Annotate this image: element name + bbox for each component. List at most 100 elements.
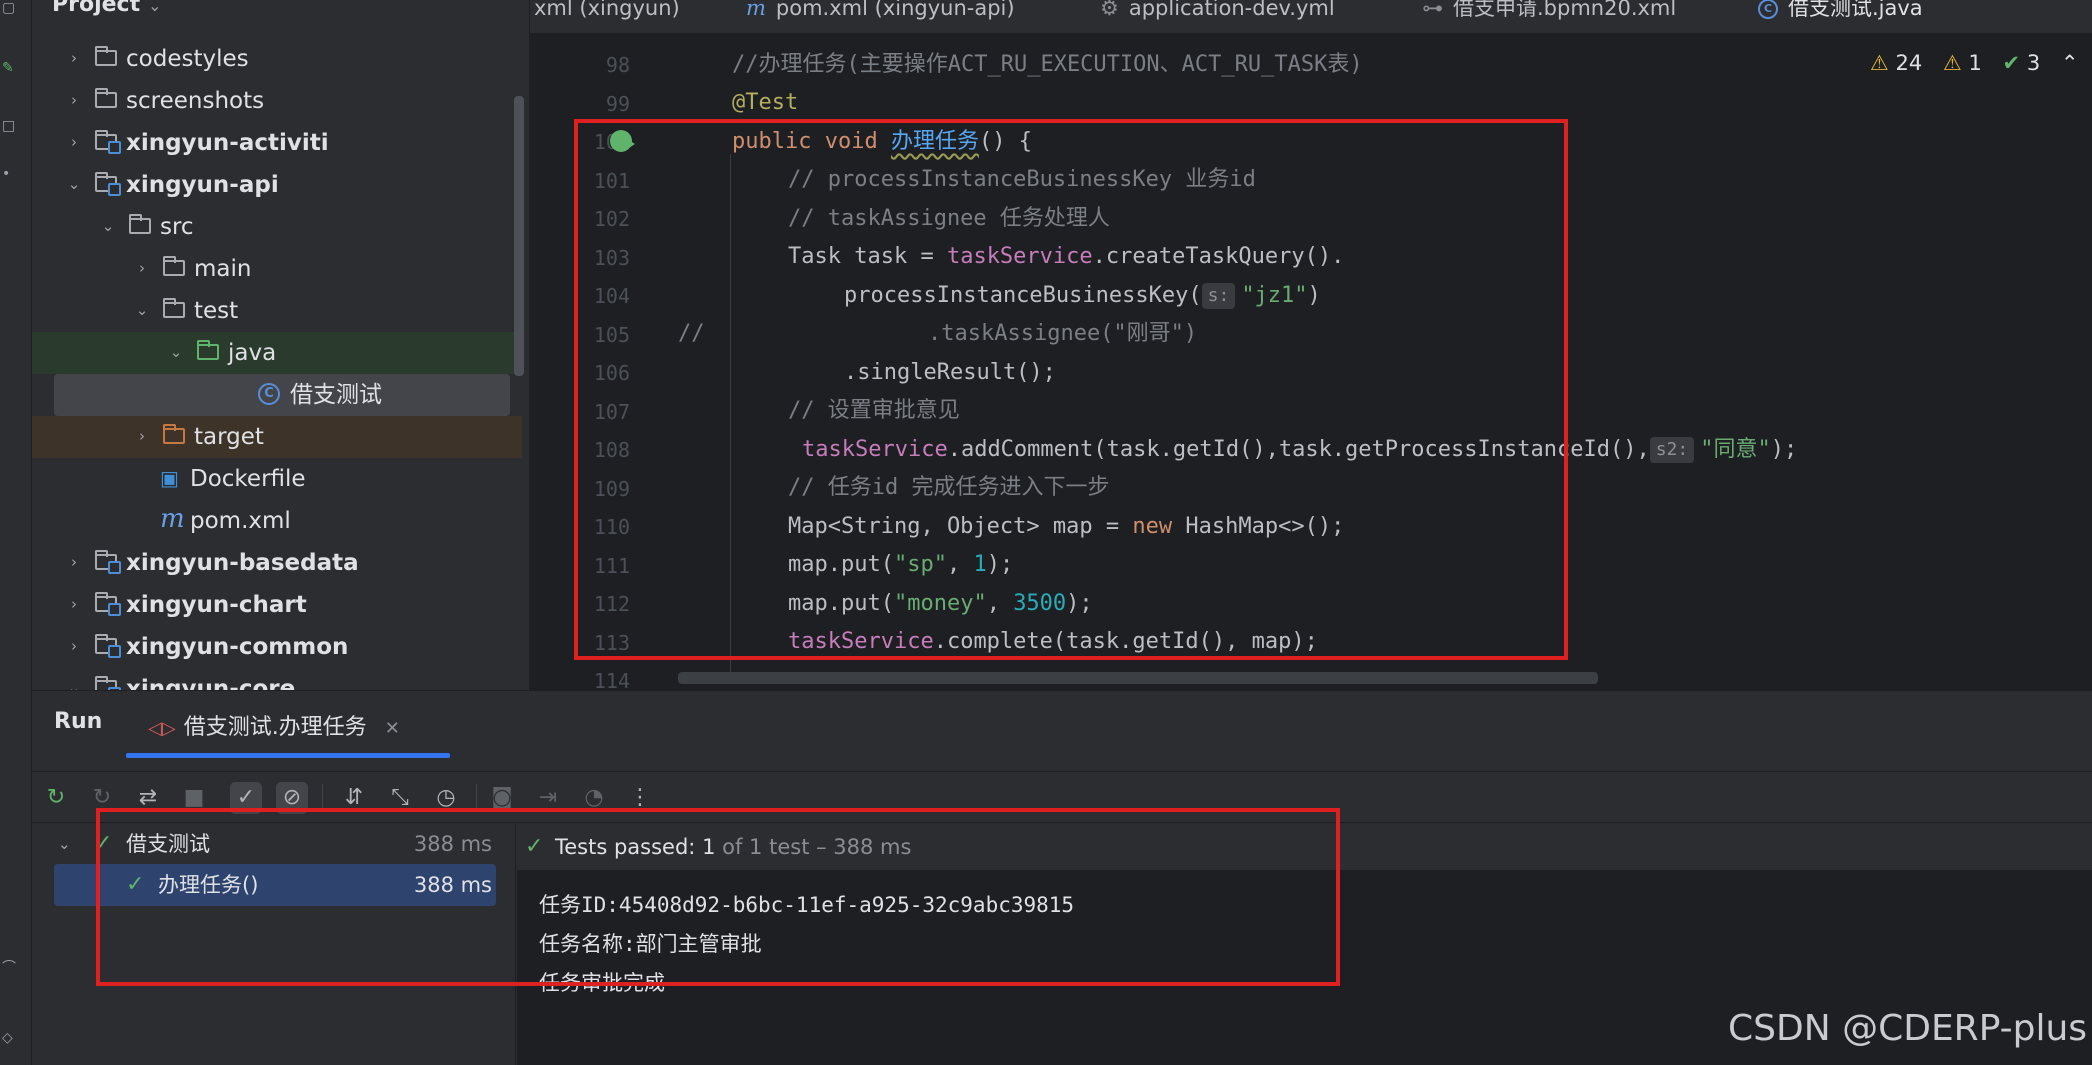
folder-icon [94, 46, 120, 70]
tool-window-strip: ▢ ✎ □ • ⌒ ◇ [0, 0, 32, 1065]
services-tool-icon[interactable]: ◇ [2, 1030, 18, 1046]
code-line-99: @Test [732, 84, 798, 122]
chevron-right-icon[interactable]: › [66, 90, 82, 110]
tree-item-xingyun-basedata[interactable]: › xingyun-basedata [32, 542, 522, 584]
parameter-hint: s2: [1649, 437, 1695, 463]
bpmn-icon: ⊶ [1422, 0, 1443, 20]
code-text: ); [1770, 437, 1798, 462]
tree-item-label: xingyun-chart [126, 592, 307, 618]
warning-count: 24 [1895, 51, 1923, 75]
tree-item-label: 借支测试 [290, 382, 382, 408]
folder-icon [94, 88, 120, 112]
terminal-tool-icon[interactable]: ⌒ [2, 960, 18, 976]
tree-item-xingyun-chart[interactable]: › xingyun-chart [32, 584, 522, 626]
tree-item-main[interactable]: › main [32, 248, 522, 290]
tree-item-codestyles[interactable]: › codestyles [32, 38, 522, 80]
spring-config-icon: ⚙ [1100, 0, 1119, 20]
close-icon[interactable]: ✕ [385, 718, 400, 739]
tree-item-label: target [194, 424, 264, 450]
chevron-right-icon[interactable]: › [134, 426, 150, 446]
editor-horizontal-scrollbar[interactable] [678, 672, 1598, 684]
tree-item-xingyun-api[interactable]: ⌄ xingyun-api [32, 164, 522, 206]
inspection-widget[interactable]: ⚠ 24 ⚠ 1 ✔ 3 ⌃ [1870, 48, 2078, 78]
tree-item-xingyun-core[interactable]: ⌄ xingyun-core [32, 668, 522, 690]
tree-item-label: xingyun-common [126, 634, 349, 660]
active-tab-indicator [126, 753, 450, 758]
tree-item-screenshots[interactable]: › screenshots [32, 80, 522, 122]
tree-item-label: xingyun-basedata [126, 550, 359, 576]
excluded-folder-icon [162, 424, 188, 448]
java-class-icon: C [1758, 0, 1778, 19]
chevron-down-icon[interactable]: ⌄ [168, 342, 184, 362]
project-panel-header[interactable]: Project ⌄ [52, 0, 162, 20]
more-tools-icon[interactable]: • [2, 166, 18, 182]
test-folder-icon [196, 340, 222, 364]
test-run-icon: ◁▷ [148, 718, 176, 739]
tab-label: application-dev.yml [1128, 0, 1335, 20]
module-folder-icon [94, 172, 121, 196]
chevron-down-icon[interactable]: ⌄ [58, 824, 71, 864]
folder-icon [162, 256, 188, 280]
code-annotation: @Test [732, 90, 799, 115]
line-number: 99 [605, 92, 630, 116]
project-panel-title: Project [52, 0, 141, 17]
maven-icon: m [746, 0, 766, 20]
tree-item-target[interactable]: › target [32, 416, 522, 458]
project-panel: Project ⌄ › codestyles › screenshots › xi… [32, 0, 530, 690]
plugin-tool-icon[interactable]: ✎ [2, 60, 18, 76]
watermark: CSDN @CDERP-plus [1728, 1008, 2088, 1049]
chevron-right-icon[interactable]: › [66, 594, 82, 614]
tree-item-label: main [194, 256, 252, 282]
tab-jiezhi-ceshi[interactable]: C 借支测试.java [1758, 0, 1923, 26]
tab-application-dev[interactable]: ⚙ application-dev.yml [1100, 0, 1335, 26]
module-folder-icon [94, 130, 121, 154]
chevron-up-icon[interactable]: ⌃ [2061, 51, 2079, 75]
typo-count: 3 [2026, 51, 2041, 75]
tab-label: xml (xingyun) [534, 0, 680, 20]
chevron-down-icon[interactable]: ⌄ [66, 174, 82, 194]
tree-item-java[interactable]: ⌄ java [32, 332, 522, 374]
tab-label: 借支申请.bpmn20.xml [1453, 0, 1677, 20]
tab-pom[interactable]: m pom.xml (xingyun-api) [746, 0, 1015, 26]
chevron-right-icon[interactable]: › [66, 132, 82, 152]
tree-item-jiezhi-ceshi[interactable]: C 借支测试 [32, 374, 522, 416]
module-folder-icon [94, 550, 121, 574]
tree-item-src[interactable]: ⌄ src [32, 206, 522, 248]
tree-item-label: Dockerfile [190, 466, 306, 492]
chevron-right-icon[interactable]: › [66, 48, 82, 68]
line-number: 114 [593, 669, 630, 690]
tab-label: 借支测试.java [1788, 0, 1923, 20]
chevron-right-icon[interactable]: › [66, 552, 82, 572]
tree-item-xingyun-activiti[interactable]: › xingyun-activiti [32, 122, 522, 164]
project-tool-icon[interactable]: ▢ [2, 0, 18, 16]
tree-item-dockerfile[interactable]: ▣ Dockerfile [32, 458, 522, 500]
chevron-down-icon[interactable]: ⌄ [100, 216, 116, 236]
run-tab[interactable]: ◁▷ 借支测试.办理任务 ✕ [148, 709, 400, 741]
chevron-right-icon[interactable]: › [134, 258, 150, 278]
weak-warning-icon: ⚠ [1942, 51, 1962, 75]
tab-bpmn[interactable]: ⊶ 借支申请.bpmn20.xml [1422, 0, 1676, 26]
chevron-down-icon[interactable]: ⌄ [66, 678, 82, 690]
project-scrollbar[interactable] [514, 96, 524, 376]
chevron-right-icon[interactable]: › [66, 636, 82, 656]
rerun-icon[interactable]: ↻ [40, 782, 72, 814]
run-tab-label: 借支测试.办理任务 [183, 715, 367, 740]
tree-item-test[interactable]: ⌄ test [32, 290, 522, 332]
tab-label: pom.xml (xingyun-api) [775, 0, 1015, 20]
maven-icon: m [160, 504, 185, 534]
run-panel-title: Run [54, 709, 103, 734]
tab-xml[interactable]: xml (xingyun) [534, 0, 680, 26]
tree-item-pom[interactable]: m pom.xml [32, 500, 522, 542]
line-number: 98 [605, 53, 630, 77]
structure-tool-icon[interactable]: □ [2, 118, 18, 134]
docker-icon: ▣ [160, 466, 179, 490]
annotation-box-code [574, 119, 1568, 660]
annotation-box-output [96, 808, 1340, 986]
chevron-down-icon[interactable]: ⌄ [134, 300, 150, 320]
code-string: "同意" [1700, 437, 1771, 462]
typo-check-icon: ✔ [2002, 51, 2021, 75]
module-folder-icon [94, 634, 121, 658]
tree-item-xingyun-common[interactable]: › xingyun-common [32, 626, 522, 668]
java-class-icon: C [256, 382, 282, 406]
chevron-down-icon[interactable]: ⌄ [148, 0, 161, 15]
